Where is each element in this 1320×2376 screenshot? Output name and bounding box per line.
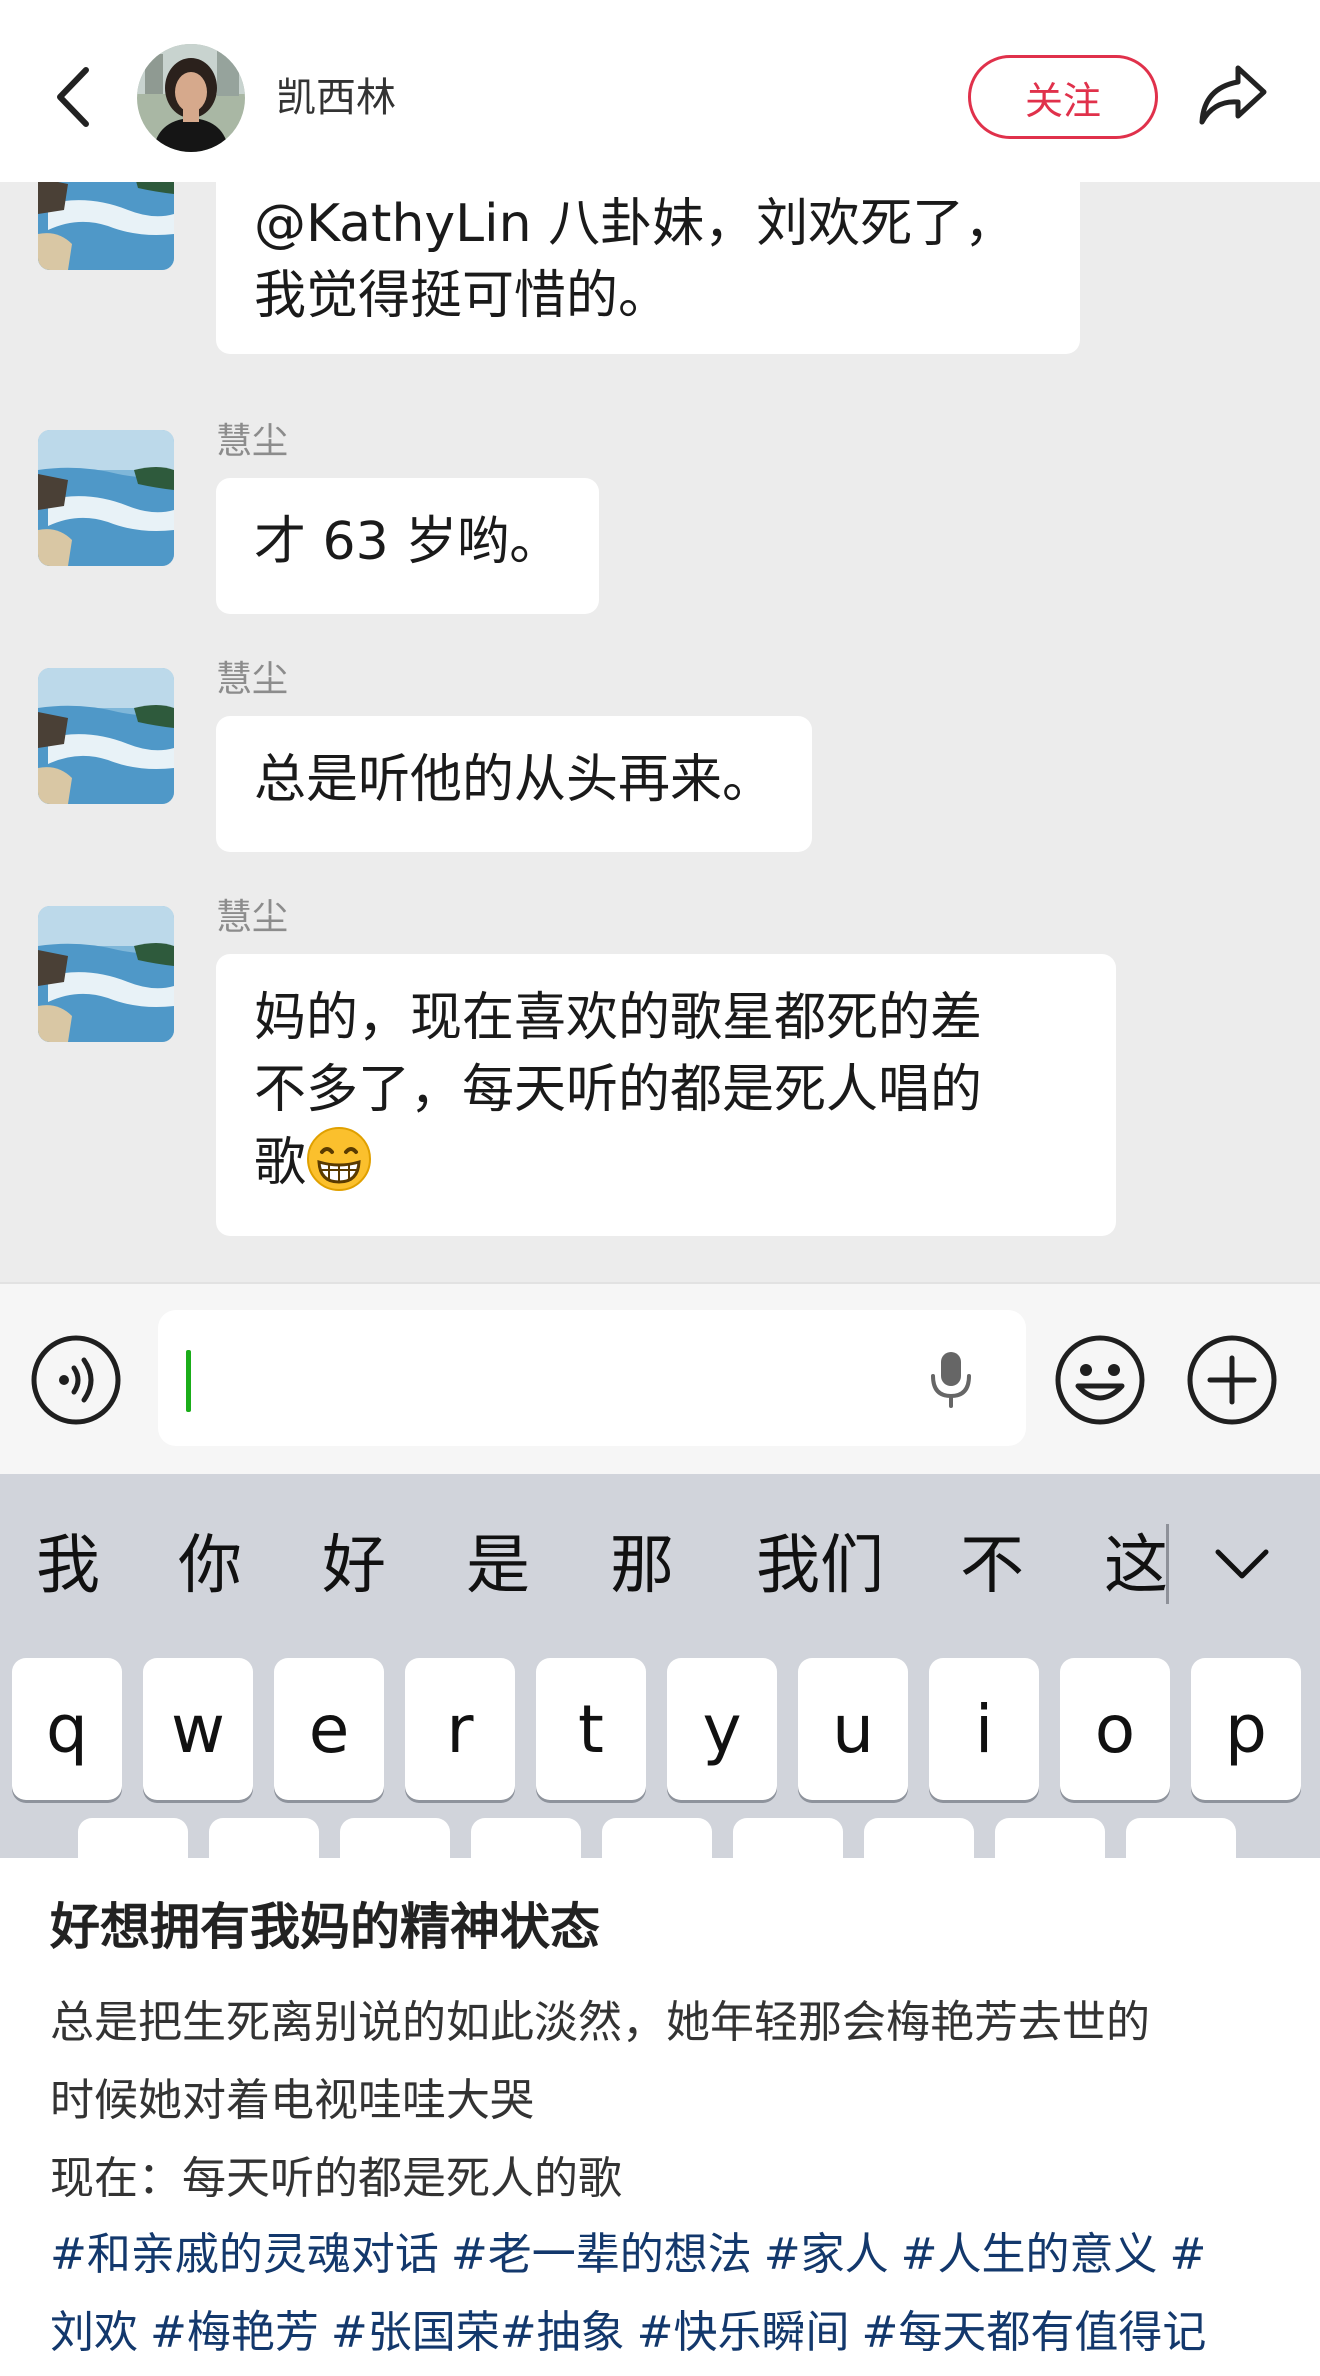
tag-line: #和亲戚的灵魂对话 #老一辈的想法 #家人 #人生的意义 # <box>50 2216 1290 2294</box>
emoji-icon <box>1055 1335 1145 1425</box>
key-u[interactable]: u <box>798 1658 908 1800</box>
author-name[interactable]: 凯西林 <box>276 70 396 126</box>
grinning-face-icon <box>306 1126 372 1192</box>
hashtag-link[interactable]: #和亲戚的灵魂对话 <box>50 2229 439 2280</box>
post-tags: #和亲戚的灵魂对话 #老一辈的想法 #家人 #人生的意义 # 刘欢 #梅艳芳 #张国荣#抽象… <box>50 2216 1290 2372</box>
message-input[interactable] <box>158 1310 1026 1446</box>
tag-line: 刘欢 #梅艳芳 #张国荣#抽象 #快乐瞬间 #每天都有值得记 <box>50 2294 1290 2372</box>
candidate-word[interactable]: 我 <box>36 1528 100 1604</box>
key-p[interactable]: p <box>1191 1658 1301 1800</box>
hashtag-link[interactable]: #快乐瞬间 <box>637 2307 850 2358</box>
sender-name: 慧尘 <box>216 421 289 462</box>
sender-avatar <box>38 182 174 270</box>
message-line: 不多了，每天听的都是死人唱的 <box>254 1060 983 1120</box>
key[interactable] <box>864 1818 974 1858</box>
hashtag-link[interactable]: #梅艳芳 <box>150 2307 319 2358</box>
chevron-left-icon <box>57 67 89 127</box>
hashtag-link[interactable]: #每天都有值得记 <box>861 2307 1206 2358</box>
emoji-button[interactable] <box>1054 1334 1146 1430</box>
back-button[interactable] <box>50 62 100 132</box>
message-line-last: 歌 <box>254 1126 1078 1199</box>
candidate-word[interactable]: 那 <box>610 1528 674 1604</box>
sender-name: 慧尘 <box>216 659 289 700</box>
post-content: 好想拥有我妈的精神状态 总是把生死离别说的如此淡然，她年轻那会梅艳芳去世的 时候… <box>0 1858 1320 2376</box>
more-button[interactable] <box>1186 1334 1278 1430</box>
key[interactable] <box>1126 1818 1236 1858</box>
chat-input-bar <box>0 1282 1320 1474</box>
candidate-word[interactable]: 不 <box>960 1528 1024 1604</box>
hashtag-link[interactable]: # <box>1170 2229 1207 2280</box>
candidate-bar: 我 你 好 是 那 我们 不 这 <box>0 1474 1320 1644</box>
key[interactable] <box>78 1818 188 1858</box>
sender-avatar <box>38 906 174 1042</box>
expand-candidates-button[interactable] <box>1212 1544 1272 1588</box>
microphone-button[interactable] <box>928 1348 974 1414</box>
sender-name: 慧尘 <box>216 897 289 938</box>
candidate-divider <box>1166 1524 1169 1604</box>
hashtag-link[interactable]: #家人 <box>764 2229 889 2280</box>
key-r[interactable]: r <box>405 1658 515 1800</box>
sender-avatar <box>38 430 174 566</box>
key-o[interactable]: o <box>1060 1658 1170 1800</box>
message-bubble: 妈的，现在喜欢的歌星都死的差 不多了，每天听的都是死人唱的 歌 <box>216 954 1116 1236</box>
post-body-line: 现在：每天听的都是死人的歌 <box>50 2153 622 2204</box>
hashtag-link[interactable]: #张国荣#抽象 <box>331 2307 625 2358</box>
chat-screenshot: @KathyLin 八卦妹，刘欢死了， 我觉得挺可惜的。 慧尘 才 63 岁哟。 <box>0 182 1320 1858</box>
key[interactable] <box>471 1818 581 1858</box>
candidate-word[interactable]: 这 <box>1104 1528 1168 1604</box>
key-e[interactable]: e <box>274 1658 384 1800</box>
sender-avatar <box>38 668 174 804</box>
share-button[interactable] <box>1196 62 1268 128</box>
key[interactable] <box>995 1818 1105 1858</box>
message-line: 歌 <box>254 1133 307 1193</box>
share-icon <box>1199 65 1267 125</box>
candidate-word[interactable]: 是 <box>466 1528 530 1604</box>
key[interactable] <box>209 1818 319 1858</box>
key-y[interactable]: y <box>667 1658 777 1800</box>
message-line: 我觉得挺可惜的。 <box>254 266 671 326</box>
key-t[interactable]: t <box>536 1658 646 1800</box>
post-body: 总是把生死离别说的如此淡然，她年轻那会梅艳芳去世的 时候她对着电视哇哇大哭 现在… <box>50 1984 1280 2218</box>
hashtag-link[interactable]: #人生的意义 <box>901 2229 1158 2280</box>
candidate-word[interactable]: 我们 <box>756 1528 884 1604</box>
key[interactable] <box>340 1818 450 1858</box>
key-i[interactable]: i <box>929 1658 1039 1800</box>
post-title: 好想拥有我妈的精神状态 <box>50 1898 600 1956</box>
chat-area: @KathyLin 八卦妹，刘欢死了， 我觉得挺可惜的。 慧尘 才 63 岁哟。 <box>0 182 1320 1282</box>
message-bubble: 才 63 岁哟。 <box>216 478 600 614</box>
post-body-line: 时候她对着电视哇哇大哭 <box>50 2075 534 2126</box>
candidate-word[interactable]: 你 <box>178 1528 242 1604</box>
message-bubble: 总是听他的从头再来。 <box>216 716 813 852</box>
hashtag-link[interactable]: 刘欢 <box>50 2307 138 2358</box>
post-header: 凯西林 关注 <box>0 0 1320 182</box>
plus-icon <box>1187 1335 1277 1425</box>
chevron-down-icon <box>1215 1549 1269 1579</box>
post-body-line: 总是把生死离别说的如此淡然，她年轻那会梅艳芳去世的 <box>50 1997 1150 2048</box>
text-cursor <box>186 1350 191 1412</box>
message-line: 才 63 岁哟。 <box>254 512 562 572</box>
message-line: 妈的，现在喜欢的歌星都死的差 <box>254 988 983 1048</box>
key[interactable] <box>733 1818 843 1858</box>
key-w[interactable]: w <box>143 1658 253 1800</box>
voice-button[interactable] <box>30 1334 122 1430</box>
message-bubble: @KathyLin 八卦妹，刘欢死了， 我觉得挺可惜的。 <box>216 182 1080 354</box>
voice-icon <box>31 1335 121 1425</box>
hashtag-link[interactable]: #老一辈的想法 <box>451 2229 752 2280</box>
message-line: @KathyLin 八卦妹，刘欢死了， <box>254 194 1017 254</box>
author-avatar[interactable] <box>137 44 245 152</box>
keyboard: 我 你 好 是 那 我们 不 这 q w e r t y u i o p <box>0 1474 1320 1858</box>
microphone-icon <box>931 1352 971 1408</box>
candidate-word[interactable]: 好 <box>322 1528 386 1604</box>
key[interactable] <box>602 1818 712 1858</box>
follow-button[interactable]: 关注 <box>968 55 1158 139</box>
key-q[interactable]: q <box>12 1658 122 1800</box>
message-line: 总是听他的从头再来。 <box>254 750 775 810</box>
